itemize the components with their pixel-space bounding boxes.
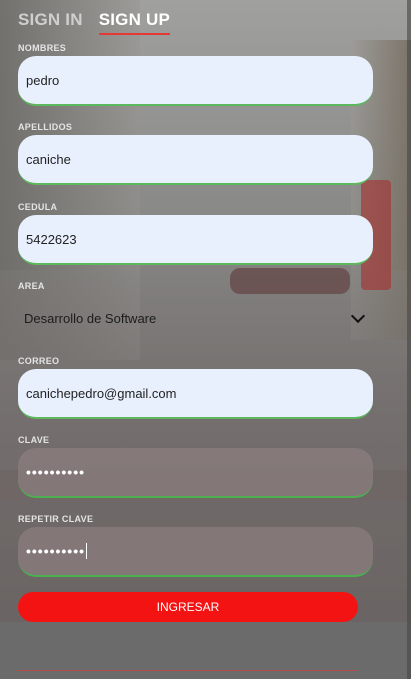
cedula-field[interactable]: 5422623 — [18, 215, 373, 265]
repetir-clave-masked-value: •••••••••• — [26, 543, 86, 559]
repetir-clave-field[interactable]: •••••••••• — [18, 527, 373, 577]
cedula-value: 5422623 — [26, 231, 77, 247]
auth-tabs: SIGN IN SIGN UP — [18, 10, 170, 35]
text-cursor — [86, 543, 88, 559]
tab-sign-up[interactable]: SIGN UP — [98, 10, 170, 35]
area-select[interactable]: Desarrollo de Software — [18, 298, 373, 338]
nombres-value: pedro — [26, 72, 60, 88]
signup-panel: SIGN IN SIGN UP NOMBRES pedro APELLIDOS … — [0, 0, 411, 679]
correo-label: CORREO — [18, 356, 60, 366]
clave-label: CLAVE — [18, 435, 50, 445]
apellidos-value: caniche — [26, 151, 71, 167]
apellidos-field[interactable]: caniche — [18, 135, 373, 185]
correo-field[interactable]: canichepedro@gmail.com — [18, 369, 373, 419]
nombres-field[interactable]: pedro — [18, 56, 373, 106]
nombres-label: NOMBRES — [18, 43, 67, 53]
tab-sign-in[interactable]: SIGN IN — [18, 10, 83, 35]
area-label: AREA — [18, 281, 45, 291]
cedula-label: CEDULA — [18, 202, 58, 212]
apellidos-label: APELLIDOS — [18, 122, 73, 132]
ingresar-button[interactable]: INGRESAR — [18, 592, 358, 622]
clave-masked-value: •••••••••• — [26, 464, 86, 480]
divider — [18, 670, 358, 671]
area-selected-value: Desarrollo de Software — [24, 310, 157, 326]
repetir-clave-label: REPETIR CLAVE — [18, 514, 94, 524]
clave-field[interactable]: •••••••••• — [18, 448, 373, 498]
correo-value: canichepedro@gmail.com — [26, 385, 177, 401]
chevron-down-icon — [350, 308, 366, 324]
